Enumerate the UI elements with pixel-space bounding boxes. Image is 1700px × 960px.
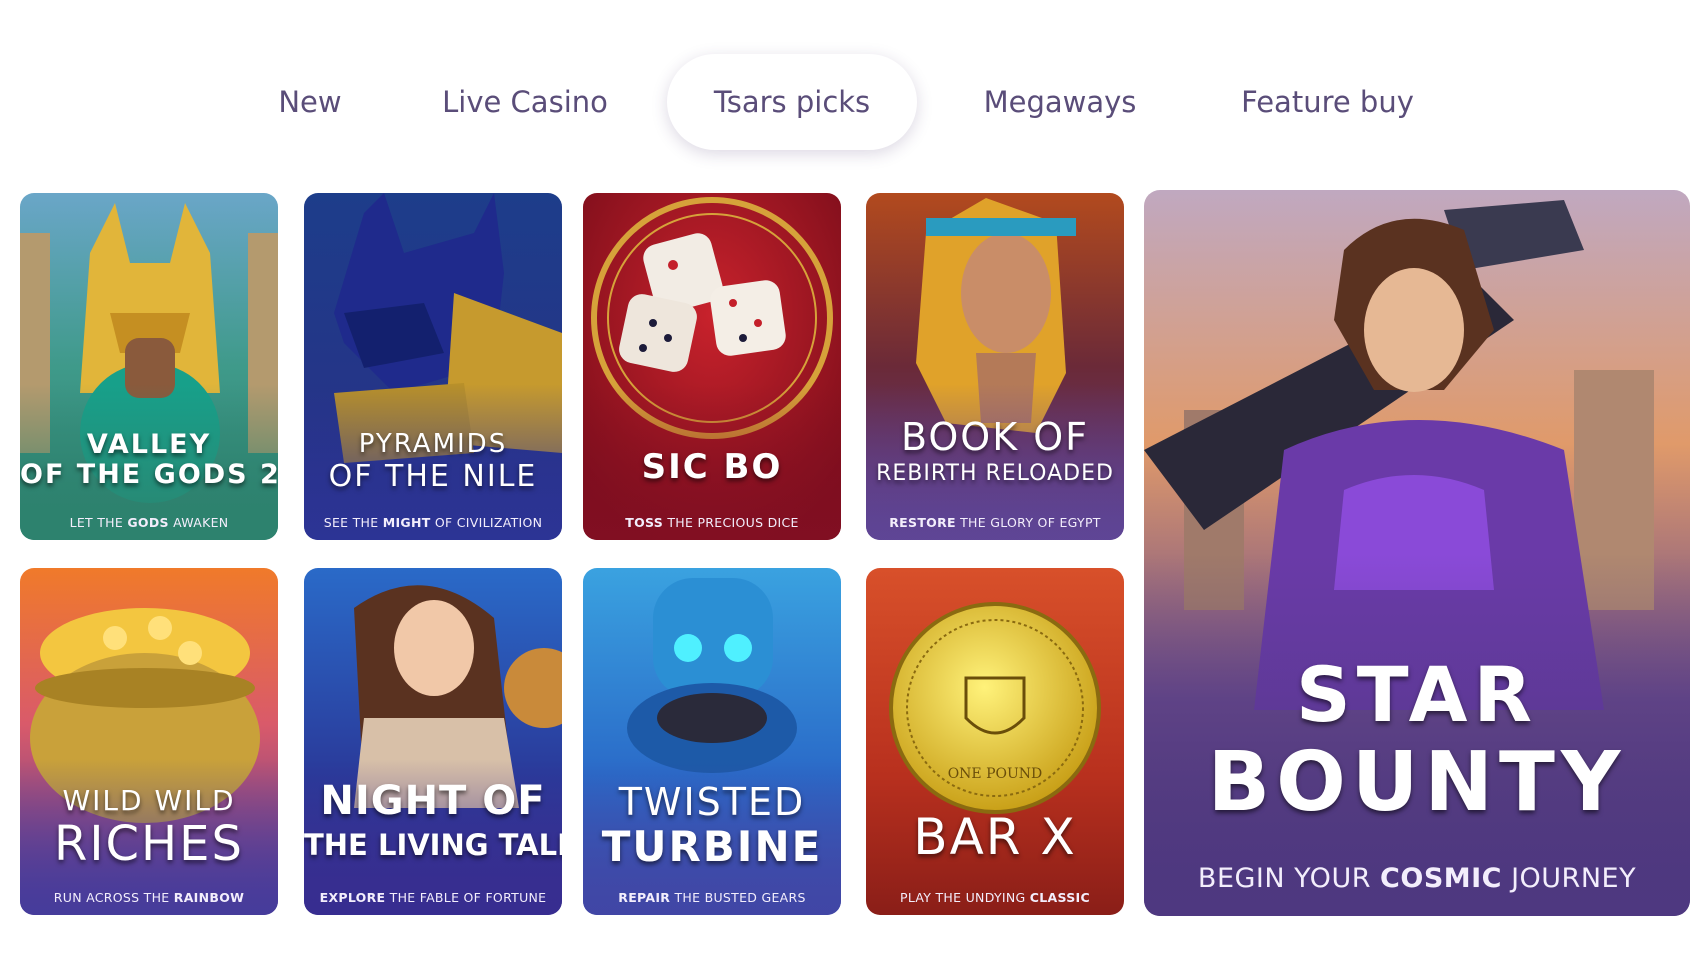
- featured-title-line-1: STAR: [1295, 650, 1539, 739]
- game-tagline: TOSS THE PRECIOUS DICE: [625, 515, 799, 530]
- game-title-line-1: NIGHT OF: [320, 778, 546, 824]
- game-title-line-1: BOOK OF: [901, 415, 1089, 459]
- game-title-line-1: VALLEY: [86, 429, 212, 460]
- game-tagline: REPAIR THE BUSTED GEARS: [618, 890, 806, 905]
- game-card-bar-x[interactable]: ONE POUND BAR X PLAY THE UNDYING CLASSIC: [866, 568, 1124, 915]
- game-tagline: SEE THE MIGHT OF CIVILIZATION: [323, 515, 543, 530]
- game-title-line-2: OF THE NILE: [328, 459, 538, 494]
- game-title-line-2: OF THE GODS 2: [20, 459, 278, 490]
- featured-game-star-bounty[interactable]: STAR BOUNTY BEGIN YOUR COSMIC JOURNEY: [1144, 190, 1690, 916]
- game-card-book-of-rebirth-reloaded[interactable]: BOOK OF REBIRTH RELOADED RESTORE THE GLO…: [866, 193, 1124, 540]
- game-card-valley-of-the-gods-2[interactable]: VALLEY OF THE GODS 2 LET THE GODS AWAKEN: [20, 193, 278, 540]
- coin-text: ONE POUND: [948, 766, 1043, 782]
- game-card-wild-wild-riches[interactable]: WILD WILD RICHES RUN ACROSS THE RAINBOW: [20, 568, 278, 915]
- category-tabs: New Live Casino Tsars picks Megaways Fea…: [0, 54, 1700, 150]
- game-card-night-of-the-living-tales[interactable]: NIGHT OF THE LIVING TALES EXPLORE THE FA…: [304, 568, 562, 915]
- game-title-line-2: REBIRTH RELOADED: [876, 461, 1114, 486]
- game-tagline: PLAY THE UNDYING CLASSIC: [900, 890, 1090, 905]
- game-tagline: EXPLORE THE FABLE OF FORTUNE: [319, 890, 547, 905]
- game-title-line-1: TWISTED: [618, 780, 806, 824]
- game-card-pyramids-of-the-nile[interactable]: PYRAMIDS OF THE NILE SEE THE MIGHT OF CI…: [304, 193, 562, 540]
- game-title-line-1: PYRAMIDS: [358, 429, 508, 459]
- game-tagline: RESTORE THE GLORY OF EGYPT: [889, 515, 1101, 530]
- game-title-line-2: RICHES: [54, 816, 244, 872]
- game-title-line-2: THE LIVING TALES: [304, 828, 562, 862]
- tab-feature-buy[interactable]: Feature buy: [1225, 54, 1430, 150]
- game-tagline: LET THE GODS AWAKEN: [69, 515, 229, 530]
- game-title-line-1: BAR X: [913, 808, 1077, 866]
- game-card-twisted-turbine[interactable]: TWISTED TURBINE REPAIR THE BUSTED GEARS: [583, 568, 841, 915]
- tab-live-casino[interactable]: Live Casino: [430, 54, 620, 150]
- game-title-line-1: WILD WILD: [62, 784, 236, 817]
- game-title-line-1: SIC BO: [641, 447, 783, 487]
- tab-megaways[interactable]: Megaways: [965, 54, 1155, 150]
- tab-tsars-picks[interactable]: Tsars picks: [667, 54, 917, 150]
- featured-title-line-2: BOUNTY: [1207, 735, 1627, 830]
- game-title-line-2: TURBINE: [601, 822, 823, 871]
- tab-new[interactable]: New: [240, 54, 380, 150]
- featured-tagline: BEGIN YOUR COSMIC JOURNEY: [1197, 863, 1637, 894]
- game-card-sic-bo[interactable]: SIC BO TOSS THE PRECIOUS DICE: [583, 193, 841, 540]
- game-tagline: RUN ACROSS THE RAINBOW: [53, 890, 245, 905]
